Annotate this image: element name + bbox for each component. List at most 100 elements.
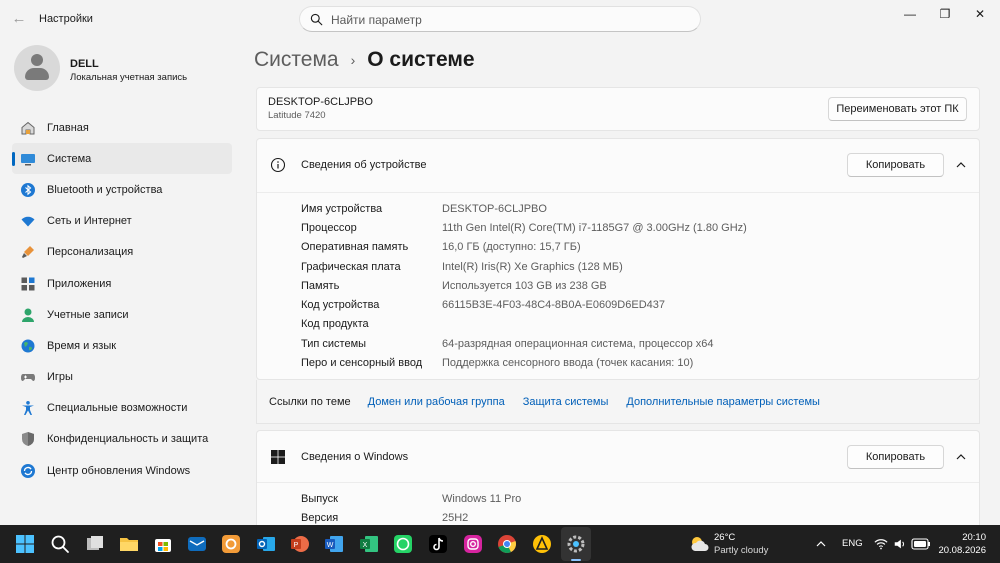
sidebar-item-accessibility[interactable]: Специальные возможности — [12, 393, 232, 424]
spec-label: Оперативная память — [301, 241, 409, 254]
outlook-icon[interactable] — [255, 533, 277, 555]
sidebar-item-time-language[interactable]: Время и язык — [12, 330, 232, 361]
active-app-indicator — [571, 559, 581, 561]
app-orange-icon[interactable] — [220, 533, 242, 555]
spec-label: Имя устройства — [301, 202, 383, 215]
sidebar-item-network[interactable]: Сеть и Интернет — [12, 206, 232, 237]
spec-value: 25H2 — [442, 511, 469, 524]
sidebar-item-label: Конфиденциальность и защита — [47, 433, 209, 446]
battery-icon[interactable] — [911, 538, 931, 550]
search-icon — [310, 13, 323, 26]
sidebar-item-label: Специальные возможности — [47, 402, 188, 415]
spec-value: Windows 11 Pro — [442, 492, 522, 505]
mail-icon[interactable] — [186, 533, 208, 555]
gamepad-icon — [20, 369, 36, 385]
sidebar-item-gaming[interactable]: Игры — [12, 362, 232, 393]
link-system-protection[interactable]: Защита системы — [523, 396, 609, 408]
spec-label: Выпуск — [301, 492, 338, 505]
user-profile[interactable]: DELL Локальная учетная запись — [14, 45, 244, 93]
sidebar-item-label: Сеть и Интернет — [47, 215, 132, 228]
store-icon[interactable] — [152, 533, 174, 555]
sidebar-item-label: Учетные записи — [47, 308, 129, 321]
spec-row: Графическая плата Intel(R) Iris(R) Xe Gra… — [301, 257, 747, 276]
tiktok-icon[interactable] — [427, 533, 449, 555]
arrow-left-icon: ← — [11, 10, 27, 27]
weather-description: Partly cloudy — [714, 545, 769, 556]
wifi-icon[interactable] — [874, 537, 888, 551]
instagram-icon[interactable] — [462, 533, 484, 555]
breadcrumb: Система › О системе — [254, 46, 475, 74]
link-domain-workgroup[interactable]: Домен или рабочая группа — [368, 396, 505, 408]
spec-label: Версия — [301, 511, 339, 524]
settings-gear-icon[interactable] — [565, 533, 587, 555]
sidebar-item-personalization[interactable]: Персонализация — [12, 237, 232, 268]
pc-name: DESKTOP-6CLJPBO — [268, 96, 373, 108]
system-clock[interactable]: 20:10 20.08.2026 — [938, 531, 986, 557]
windows-logo-icon — [271, 450, 285, 464]
sidebar-nav: Главная Система Bluetooth и устройства С… — [12, 112, 232, 486]
sidebar-item-label: Главная — [47, 121, 89, 134]
home-icon — [20, 120, 36, 136]
wifi-icon — [20, 213, 36, 229]
minimize-button[interactable]: — — [893, 4, 927, 24]
chevron-up-icon[interactable] — [955, 159, 967, 171]
spec-row: Выпуск Windows 11 Pro — [301, 489, 521, 508]
device-specs-card: Сведения об устройстве Копировать Имя ус… — [256, 138, 980, 380]
task-view-icon[interactable] — [84, 533, 106, 555]
sidebar-item-privacy[interactable]: Конфиденциальность и защита — [12, 424, 232, 455]
norton-icon[interactable] — [531, 533, 553, 555]
sidebar-item-home[interactable]: Главная — [12, 112, 232, 143]
volume-icon[interactable] — [893, 537, 907, 551]
sidebar-item-label: Приложения — [47, 277, 112, 290]
search-box[interactable] — [299, 6, 701, 32]
spec-row: Имя устройства DESKTOP-6CLJPBO — [301, 199, 747, 218]
sidebar-item-system[interactable]: Система — [12, 143, 232, 175]
sidebar-item-accounts[interactable]: Учетные записи — [12, 299, 232, 330]
windows-specs-list: Выпуск Windows 11 Pro Версия 25H2 — [301, 489, 521, 528]
link-advanced-system-settings[interactable]: Дополнительные параметры системы — [626, 396, 820, 408]
copy-device-specs-button[interactable]: Копировать — [847, 153, 944, 177]
whatsapp-icon[interactable] — [392, 533, 414, 555]
breadcrumb-parent[interactable]: Система — [254, 48, 339, 72]
partly-cloudy-icon — [691, 537, 709, 551]
brush-icon — [20, 244, 36, 260]
spec-label: Перо и сенсорный ввод — [301, 357, 423, 370]
sidebar-item-label: Система — [47, 152, 92, 165]
word-icon[interactable]: W — [323, 533, 345, 555]
chevron-up-icon[interactable] — [815, 538, 827, 550]
windows-specs-header[interactable]: Сведения о Windows Копировать — [257, 431, 979, 483]
spec-label: Тип системы — [301, 337, 367, 350]
sidebar-item-windows-update[interactable]: Центр обновления Windows — [12, 455, 232, 486]
powerpoint-icon[interactable]: P — [289, 533, 311, 555]
excel-icon[interactable]: X — [358, 533, 380, 555]
windows-start-icon[interactable] — [14, 533, 36, 555]
file-explorer-icon[interactable] — [118, 533, 140, 555]
avatar — [14, 45, 60, 91]
chevron-up-icon[interactable] — [955, 451, 967, 463]
spec-label: Графическая плата — [301, 260, 401, 273]
rename-pc-button[interactable]: Переименовать этот ПК — [828, 97, 967, 121]
search-icon[interactable] — [49, 533, 71, 555]
spec-value: 64-разрядная операционная система, проце… — [442, 337, 714, 350]
input-language-indicator[interactable]: ENG — [842, 538, 863, 549]
maximize-button[interactable]: ❐ — [928, 4, 962, 24]
system-icon — [20, 151, 36, 167]
search-input[interactable] — [331, 11, 691, 29]
copy-windows-specs-button[interactable]: Копировать — [847, 445, 944, 469]
device-specs-header[interactable]: Сведения об устройстве Копировать — [257, 139, 979, 193]
app-title: Настройки — [39, 13, 93, 25]
spec-value: 16,0 ГБ (доступно: 15,7 ГБ) — [442, 241, 581, 254]
back-button[interactable]: ← — [8, 8, 30, 30]
sidebar-item-apps[interactable]: Приложения — [12, 268, 232, 299]
sidebar-item-label: Центр обновления Windows — [47, 464, 191, 477]
avatar-body — [25, 68, 49, 80]
close-button[interactable]: ✕ — [963, 4, 997, 24]
chrome-icon[interactable] — [496, 533, 518, 555]
device-specs-list: Имя устройства DESKTOP-6CLJPBO Процессор 1… — [301, 199, 747, 373]
apps-icon — [20, 276, 36, 292]
weather-widget[interactable]: 26°C Partly cloudy — [688, 530, 783, 558]
pc-name-card: DESKTOP-6CLJPBO Latitude 7420 Переименов… — [256, 87, 980, 131]
sidebar-item-bluetooth[interactable]: Bluetooth и устройства — [12, 174, 232, 205]
spec-value: Поддержка сенсорного ввода (точек касани… — [442, 357, 694, 370]
device-specs-title: Сведения об устройстве — [301, 159, 427, 171]
